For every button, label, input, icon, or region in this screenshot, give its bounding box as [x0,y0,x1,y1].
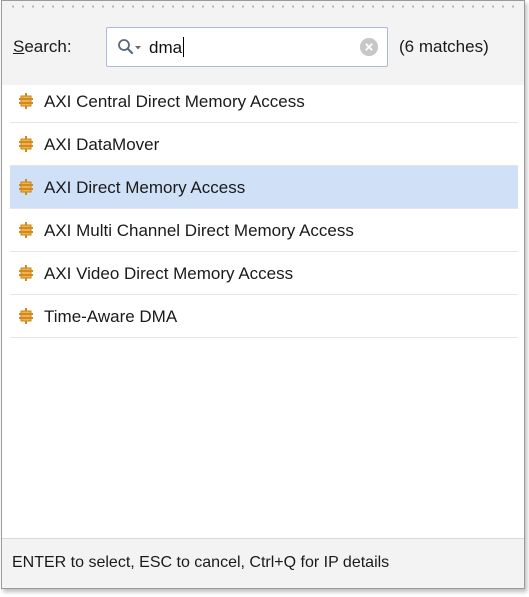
results-list: AXI Central Direct Memory Access AXI Dat… [10,80,518,338]
item-label: AXI Multi Channel Direct Memory Access [44,221,354,240]
ip-block-icon [19,308,33,324]
item-label: AXI DataMover [44,135,160,154]
item-label: AXI Video Direct Memory Access [44,264,294,283]
match-count: (6 matches) [399,37,489,56]
list-item[interactable]: AXI DataMover [10,123,518,166]
ip-search-popup: Search: dma (6 matches) AXI Central Dire… [1,0,525,589]
item-label: AXI Central Direct Memory Access [44,92,305,111]
list-item[interactable]: AXI Multi Channel Direct Memory Access [10,209,518,252]
search-bar: Search: dma (6 matches) [2,13,524,85]
footer-hint: ENTER to select, ESC to cancel, Ctrl+Q f… [12,554,390,571]
ip-block-icon [19,93,33,109]
list-item[interactable]: AXI Central Direct Memory Access [10,80,518,123]
clear-circle-icon[interactable] [360,38,378,56]
list-item[interactable]: AXI Video Direct Memory Access [10,252,518,295]
ip-block-icon [19,136,33,152]
search-query: dma [149,37,185,57]
search-input[interactable]: dma [106,27,388,67]
grip-dots-icon [8,5,518,8]
ip-block-icon [19,179,33,195]
ip-block-icon [19,222,33,238]
item-label: AXI Direct Memory Access [44,178,246,197]
ip-block-icon [19,265,33,281]
item-label: Time-Aware DMA [44,307,178,326]
magnifier-dropdown-icon[interactable] [117,38,143,56]
list-item-selected[interactable]: AXI Direct Memory Access [10,166,518,209]
text-caret [183,37,185,57]
footer-hint-bar: ENTER to select, ESC to cancel, Ctrl+Q f… [2,538,524,588]
search-label: Search: [13,37,72,56]
list-item[interactable]: Time-Aware DMA [10,295,518,338]
